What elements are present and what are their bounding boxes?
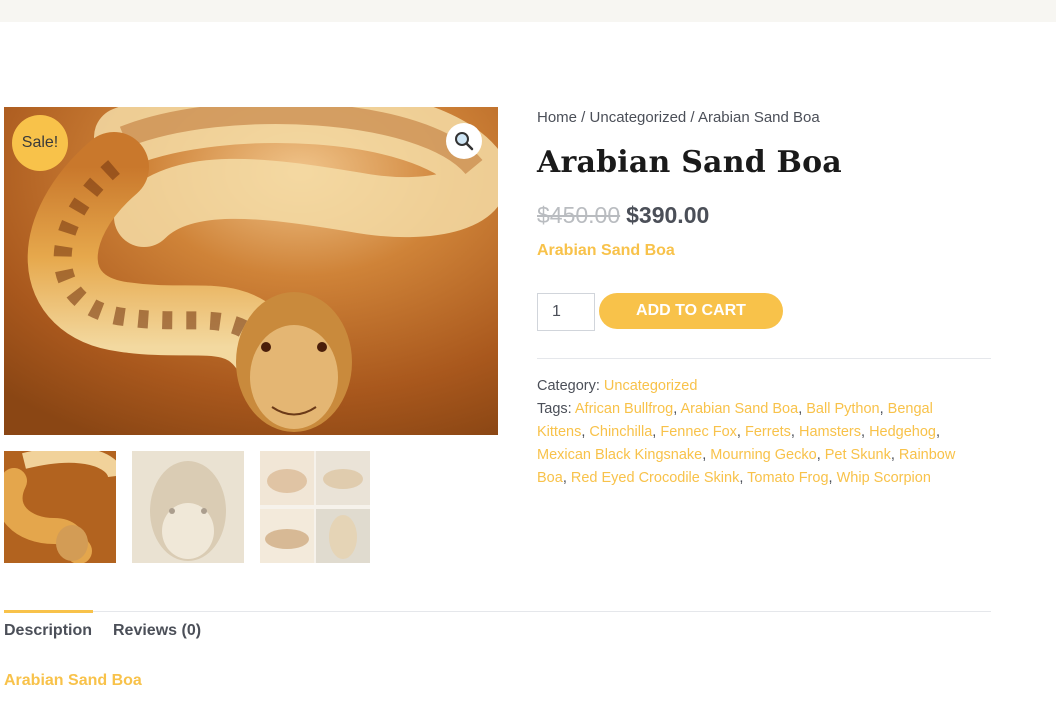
breadcrumb-current: Arabian Sand Boa bbox=[697, 109, 820, 126]
tag-link[interactable]: Mexican Black Kingsnake bbox=[537, 447, 702, 463]
description-heading: Arabian Sand Boa bbox=[4, 672, 142, 689]
tag-link[interactable]: Hedgehog bbox=[869, 424, 936, 440]
thumbnail-2[interactable] bbox=[132, 451, 244, 563]
snake-on-sand-image bbox=[4, 107, 498, 435]
tag-link[interactable]: Hamsters bbox=[799, 424, 861, 440]
breadcrumb: Home / Uncategorized / Arabian Sand Boa bbox=[537, 109, 820, 126]
thumbnail-3[interactable] bbox=[260, 451, 370, 563]
breadcrumb-home-link[interactable]: Home bbox=[537, 109, 577, 126]
tab-reviews[interactable]: Reviews (0) bbox=[113, 622, 201, 640]
product-title: Arabian Sand Boa bbox=[537, 145, 842, 180]
thumbnail-1[interactable] bbox=[4, 451, 116, 563]
product-meta: Category: Uncategorized Tags: African Bu… bbox=[537, 375, 977, 490]
tag-link[interactable]: Ball Python bbox=[806, 401, 879, 417]
divider bbox=[537, 358, 991, 359]
category-label: Category: bbox=[537, 378, 604, 394]
tag-link[interactable]: Arabian Sand Boa bbox=[680, 401, 798, 417]
tag-link[interactable]: African Bullfrog bbox=[575, 401, 673, 417]
tabs-divider bbox=[4, 611, 991, 612]
tag-link[interactable]: Chinchilla bbox=[589, 424, 652, 440]
tab-description[interactable]: Description bbox=[4, 622, 92, 640]
tag-link[interactable]: Mourning Gecko bbox=[710, 447, 816, 463]
sale-badge: Sale! bbox=[12, 115, 68, 171]
tags-line: Tags: African Bullfrog, Arabian Sand Boa… bbox=[537, 401, 956, 486]
snake-head-closeup-thumbnail bbox=[132, 451, 244, 563]
tag-link[interactable]: Pet Skunk bbox=[825, 447, 891, 463]
breadcrumb-category-link[interactable]: Uncategorized bbox=[590, 109, 687, 126]
tag-link[interactable]: Red Eyed Crocodile Skink bbox=[571, 470, 739, 486]
category-link[interactable]: Uncategorized bbox=[604, 378, 698, 394]
quantity-input[interactable] bbox=[537, 293, 595, 331]
magnifier-icon bbox=[455, 132, 474, 151]
snake-on-sand-thumbnail bbox=[4, 451, 116, 563]
add-to-cart-button[interactable]: ADD TO CART bbox=[599, 293, 783, 329]
tag-link[interactable]: Tomato Frog bbox=[747, 470, 828, 486]
breadcrumb-separator: / bbox=[686, 109, 698, 126]
short-description: Arabian Sand Boa bbox=[537, 242, 675, 259]
breadcrumb-separator: / bbox=[577, 109, 590, 126]
snake-collage-thumbnail bbox=[260, 451, 370, 563]
zoom-button[interactable] bbox=[446, 123, 482, 159]
top-header-bar bbox=[0, 0, 1056, 22]
product-main-image[interactable] bbox=[4, 107, 498, 435]
regular-price: $450.00 bbox=[537, 202, 621, 228]
category-line: Category: Uncategorized bbox=[537, 375, 977, 398]
product-price: $450.00 $390.00 bbox=[537, 202, 709, 229]
tag-link[interactable]: Ferrets bbox=[745, 424, 791, 440]
sale-price: $390.00 bbox=[626, 202, 710, 228]
tag-link[interactable]: Fennec Fox bbox=[660, 424, 737, 440]
active-tab-indicator bbox=[4, 610, 93, 613]
tags-label: Tags: bbox=[537, 401, 575, 417]
tag-link[interactable]: Whip Scorpion bbox=[837, 470, 931, 486]
